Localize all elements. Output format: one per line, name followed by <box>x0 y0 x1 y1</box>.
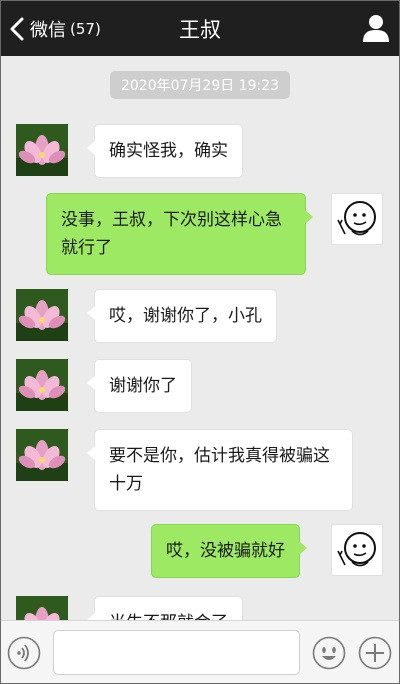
timestamp: 2020年07月29日 19:23 <box>109 71 291 99</box>
message-input[interactable] <box>53 630 300 675</box>
timestamp-wrap: 2020年07月29日 19:23 <box>0 71 400 99</box>
chat-header: 微信 (57) 王叔 <box>0 0 400 56</box>
contact-avatar[interactable] <box>16 124 68 176</box>
voice-icon[interactable] <box>7 636 41 670</box>
contact-avatar[interactable] <box>16 359 68 411</box>
lotus-icon <box>16 429 68 481</box>
lotus-icon <box>16 289 68 341</box>
person-icon[interactable] <box>362 13 390 43</box>
smiley-icon[interactable] <box>312 636 346 670</box>
cartoon-face-icon <box>337 201 376 236</box>
message-received[interactable]: 要不是你，估计我真得被骗这十万 <box>87 429 353 511</box>
message-received[interactable]: 谢谢你了 <box>87 359 192 413</box>
message-sent[interactable]: 哎，没被骗就好 <box>151 524 307 578</box>
input-bar <box>0 620 400 684</box>
message-received[interactable]: 哎，谢谢你了，小孔 <box>87 289 277 343</box>
contact-avatar[interactable] <box>16 289 68 341</box>
message-received[interactable]: 确实怪我，确实 <box>87 124 243 178</box>
chat-title: 王叔 <box>179 18 221 42</box>
contact-avatar[interactable] <box>16 429 68 481</box>
lotus-icon <box>16 124 68 176</box>
plus-icon[interactable] <box>358 636 392 670</box>
my-avatar[interactable] <box>331 193 383 245</box>
message-sent[interactable]: 没事，王叔，下次别这样心急就行了 <box>46 193 313 275</box>
my-avatar[interactable] <box>331 524 383 576</box>
lotus-icon <box>16 359 68 411</box>
cartoon-face-icon <box>337 532 376 567</box>
